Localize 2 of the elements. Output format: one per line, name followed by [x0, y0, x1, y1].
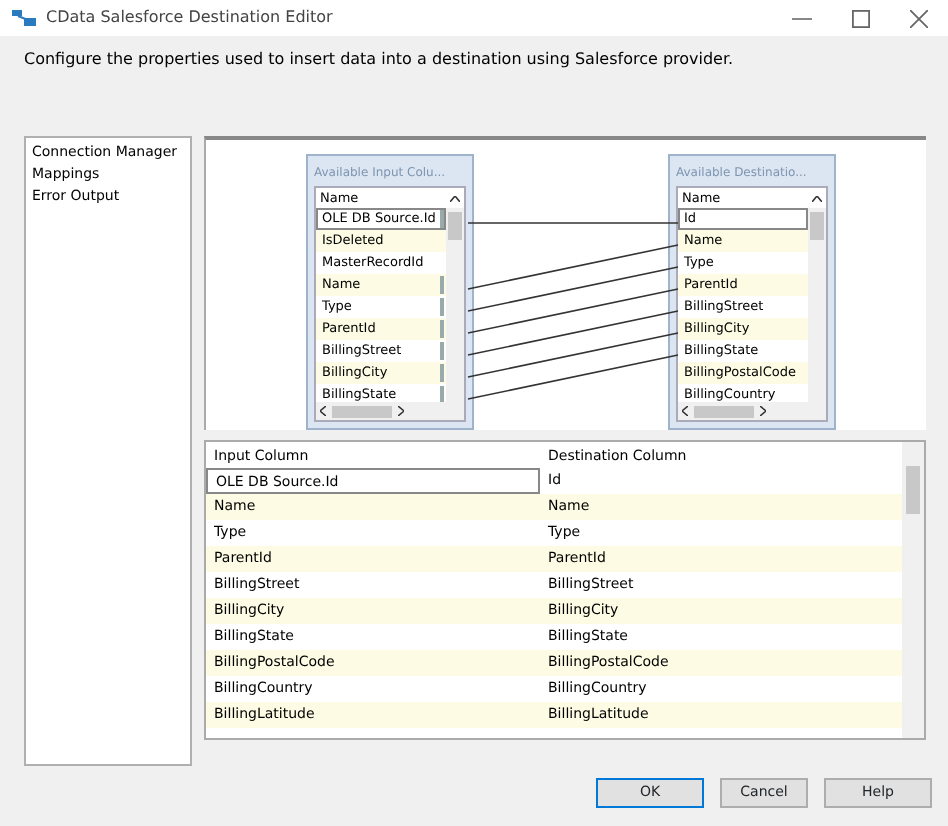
- window-title: CData Salesforce Destination Editor: [46, 6, 333, 30]
- description-text: Configure the properties used to insert data into a destination using Salesforce provider.: [24, 50, 734, 68]
